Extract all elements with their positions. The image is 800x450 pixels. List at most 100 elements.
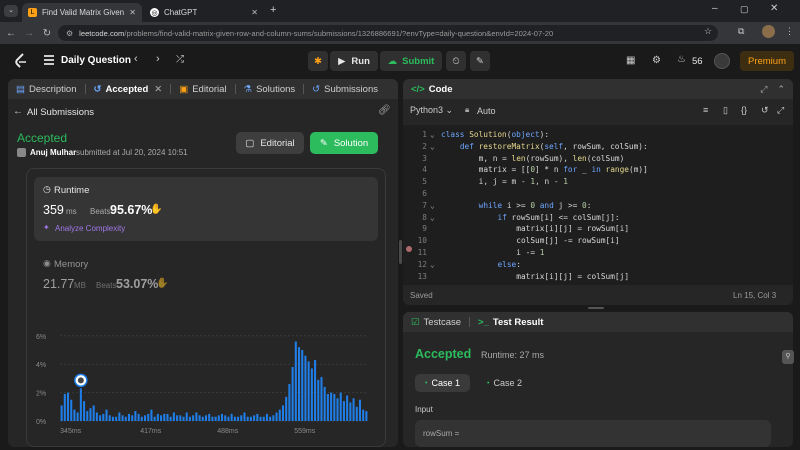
panel-splitter[interactable] (399, 240, 402, 264)
chart-bar[interactable] (63, 394, 66, 421)
code-line[interactable]: 2 ⌄ def restoreMatrix(self, rowSum, colSu… (403, 141, 793, 153)
daily-question-link[interactable]: Daily Question (61, 55, 131, 66)
chart-bar[interactable] (121, 415, 124, 421)
chart-bar[interactable] (230, 413, 233, 421)
back-arrow-icon[interactable]: ← (13, 106, 23, 117)
chart-bar[interactable] (172, 412, 175, 421)
streak-fire-icon[interactable]: ♨ (677, 54, 686, 65)
chart-bar[interactable] (79, 388, 82, 421)
code-line[interactable]: 12 ⌄ else: (403, 259, 793, 271)
tab-chatgpt[interactable]: ◎ ChatGPT ✕ (144, 3, 264, 22)
chart-bar[interactable] (160, 415, 163, 421)
submit-button[interactable]: ☁ Submit (380, 51, 442, 71)
chart-bar[interactable] (140, 416, 143, 421)
chart-bar[interactable] (253, 415, 256, 421)
back-icon[interactable]: ← (2, 28, 20, 39)
code-line[interactable]: 8 ⌄ if rowSum[i] <= colSum[j]: (403, 212, 793, 224)
address-bar[interactable]: ⚙ leetcode.com/problems/find-valid-matri… (58, 25, 718, 41)
chart-bar[interactable] (166, 413, 169, 421)
chart-bar[interactable] (214, 416, 217, 421)
chart-bar[interactable] (198, 415, 201, 421)
chart-bar[interactable] (291, 367, 294, 421)
chart-bar[interactable] (134, 411, 137, 421)
chart-bar[interactable] (163, 413, 166, 421)
chevron-up-icon[interactable]: ⌃ (777, 84, 785, 95)
chart-bar[interactable] (204, 415, 208, 421)
close-tab-icon[interactable]: ✕ (251, 8, 258, 17)
chart-bar[interactable] (192, 415, 195, 421)
chart-bar[interactable] (188, 416, 191, 421)
chart-bar[interactable] (143, 415, 147, 421)
chart-bar[interactable] (60, 405, 63, 421)
breakpoint-dot[interactable] (406, 246, 412, 252)
chart-bar[interactable] (272, 415, 275, 421)
chart-bar[interactable] (262, 416, 265, 421)
chart-bar[interactable] (358, 399, 362, 421)
chart-bar[interactable] (111, 416, 114, 421)
tab-testcase[interactable]: ☑ Testcase (403, 312, 469, 332)
chart-bar[interactable] (246, 416, 249, 421)
chart-bar[interactable] (346, 395, 349, 421)
chart-bar[interactable] (182, 416, 185, 421)
chart-bar[interactable] (265, 413, 268, 421)
shuffle-icon[interactable]: ⤮ (176, 54, 184, 65)
chart-bar[interactable] (233, 416, 236, 421)
memory-card[interactable]: ◉ Memory 21.77 MB Beats 53.07% ✋ (34, 255, 378, 301)
notes-icon[interactable]: ✎ (470, 51, 490, 71)
chart-bar[interactable] (124, 416, 127, 421)
code-line[interactable]: 11 i -= 1 (403, 247, 793, 259)
chart-bar[interactable] (256, 413, 259, 421)
tab-solutions[interactable]: ⚗ Solutions (236, 79, 304, 99)
fold-chevron-icon[interactable]: ⌄ (430, 200, 435, 212)
chart-bar[interactable] (208, 413, 211, 421)
chart-bar[interactable] (314, 359, 317, 421)
chart-bar[interactable] (217, 415, 220, 421)
fold-chevron-icon[interactable]: ⌄ (430, 212, 435, 224)
new-tab-icon[interactable]: + (270, 4, 276, 16)
chart-bar[interactable] (176, 415, 179, 421)
chart-bar[interactable] (83, 401, 86, 421)
chart-bar[interactable] (76, 412, 79, 421)
chart-bar[interactable] (249, 416, 252, 421)
reset-icon[interactable]: ↺ (761, 105, 769, 116)
chart-bar[interactable] (339, 392, 342, 421)
auto-mode-label[interactable]: Auto (477, 106, 496, 116)
chart-bar[interactable] (118, 412, 121, 421)
tab-search-icon[interactable]: ⌄ (4, 5, 18, 17)
chart-bar[interactable] (185, 412, 188, 421)
chart-bar[interactable] (281, 405, 285, 421)
chart-bar[interactable] (365, 411, 368, 421)
fold-chevron-icon[interactable]: ⌄ (430, 141, 435, 153)
chart-bar[interactable] (320, 376, 323, 421)
chart-bar[interactable] (243, 412, 246, 421)
browser-menu-icon[interactable]: ⋮ (785, 26, 794, 37)
code-line[interactable]: 5 i, j = m - 1, n - 1 (403, 176, 793, 188)
fold-chevron-icon[interactable]: ⌄ (430, 129, 435, 141)
case-1-button[interactable]: • Case 1 (415, 374, 470, 392)
chart-bar[interactable] (275, 412, 278, 421)
editorial-button[interactable]: ▢ Editorial (236, 132, 304, 154)
chart-bar[interactable] (179, 415, 182, 421)
submitter-name[interactable]: Anuj Mulhar (30, 148, 76, 157)
tab-leetcode[interactable]: L Find Valid Matrix Given Row an ✕ (22, 3, 142, 22)
leetcode-logo-icon[interactable] (14, 53, 28, 69)
chart-bar[interactable] (269, 416, 272, 421)
expand-icon[interactable]: ⤢ (760, 84, 767, 95)
code-line[interactable]: 9 matrix[i][j] = rowSum[i] (403, 223, 793, 235)
chart-bar[interactable] (66, 392, 70, 421)
chart-bar[interactable] (237, 416, 240, 421)
chart-bar[interactable] (115, 416, 118, 421)
chart-bar[interactable] (70, 399, 73, 421)
settings-gear-icon[interactable]: ⚙ (652, 55, 661, 66)
layout-icon[interactable]: ▦ (626, 55, 635, 66)
chart-bar[interactable] (95, 412, 98, 421)
bookmark-star-icon[interactable]: ☆ (704, 26, 712, 37)
chart-bar[interactable] (336, 398, 339, 421)
chart-bar[interactable] (288, 384, 291, 421)
code-line[interactable]: 13 matrix[i][j] = colSum[j] (403, 271, 793, 283)
chart-bar[interactable] (201, 416, 204, 421)
close-tab-icon[interactable]: ✕ (129, 8, 136, 17)
tab-accepted[interactable]: ↺ Accepted ✕ (86, 79, 171, 99)
chart-bar[interactable] (349, 402, 352, 421)
site-info-icon[interactable]: ⚙ (66, 29, 73, 38)
